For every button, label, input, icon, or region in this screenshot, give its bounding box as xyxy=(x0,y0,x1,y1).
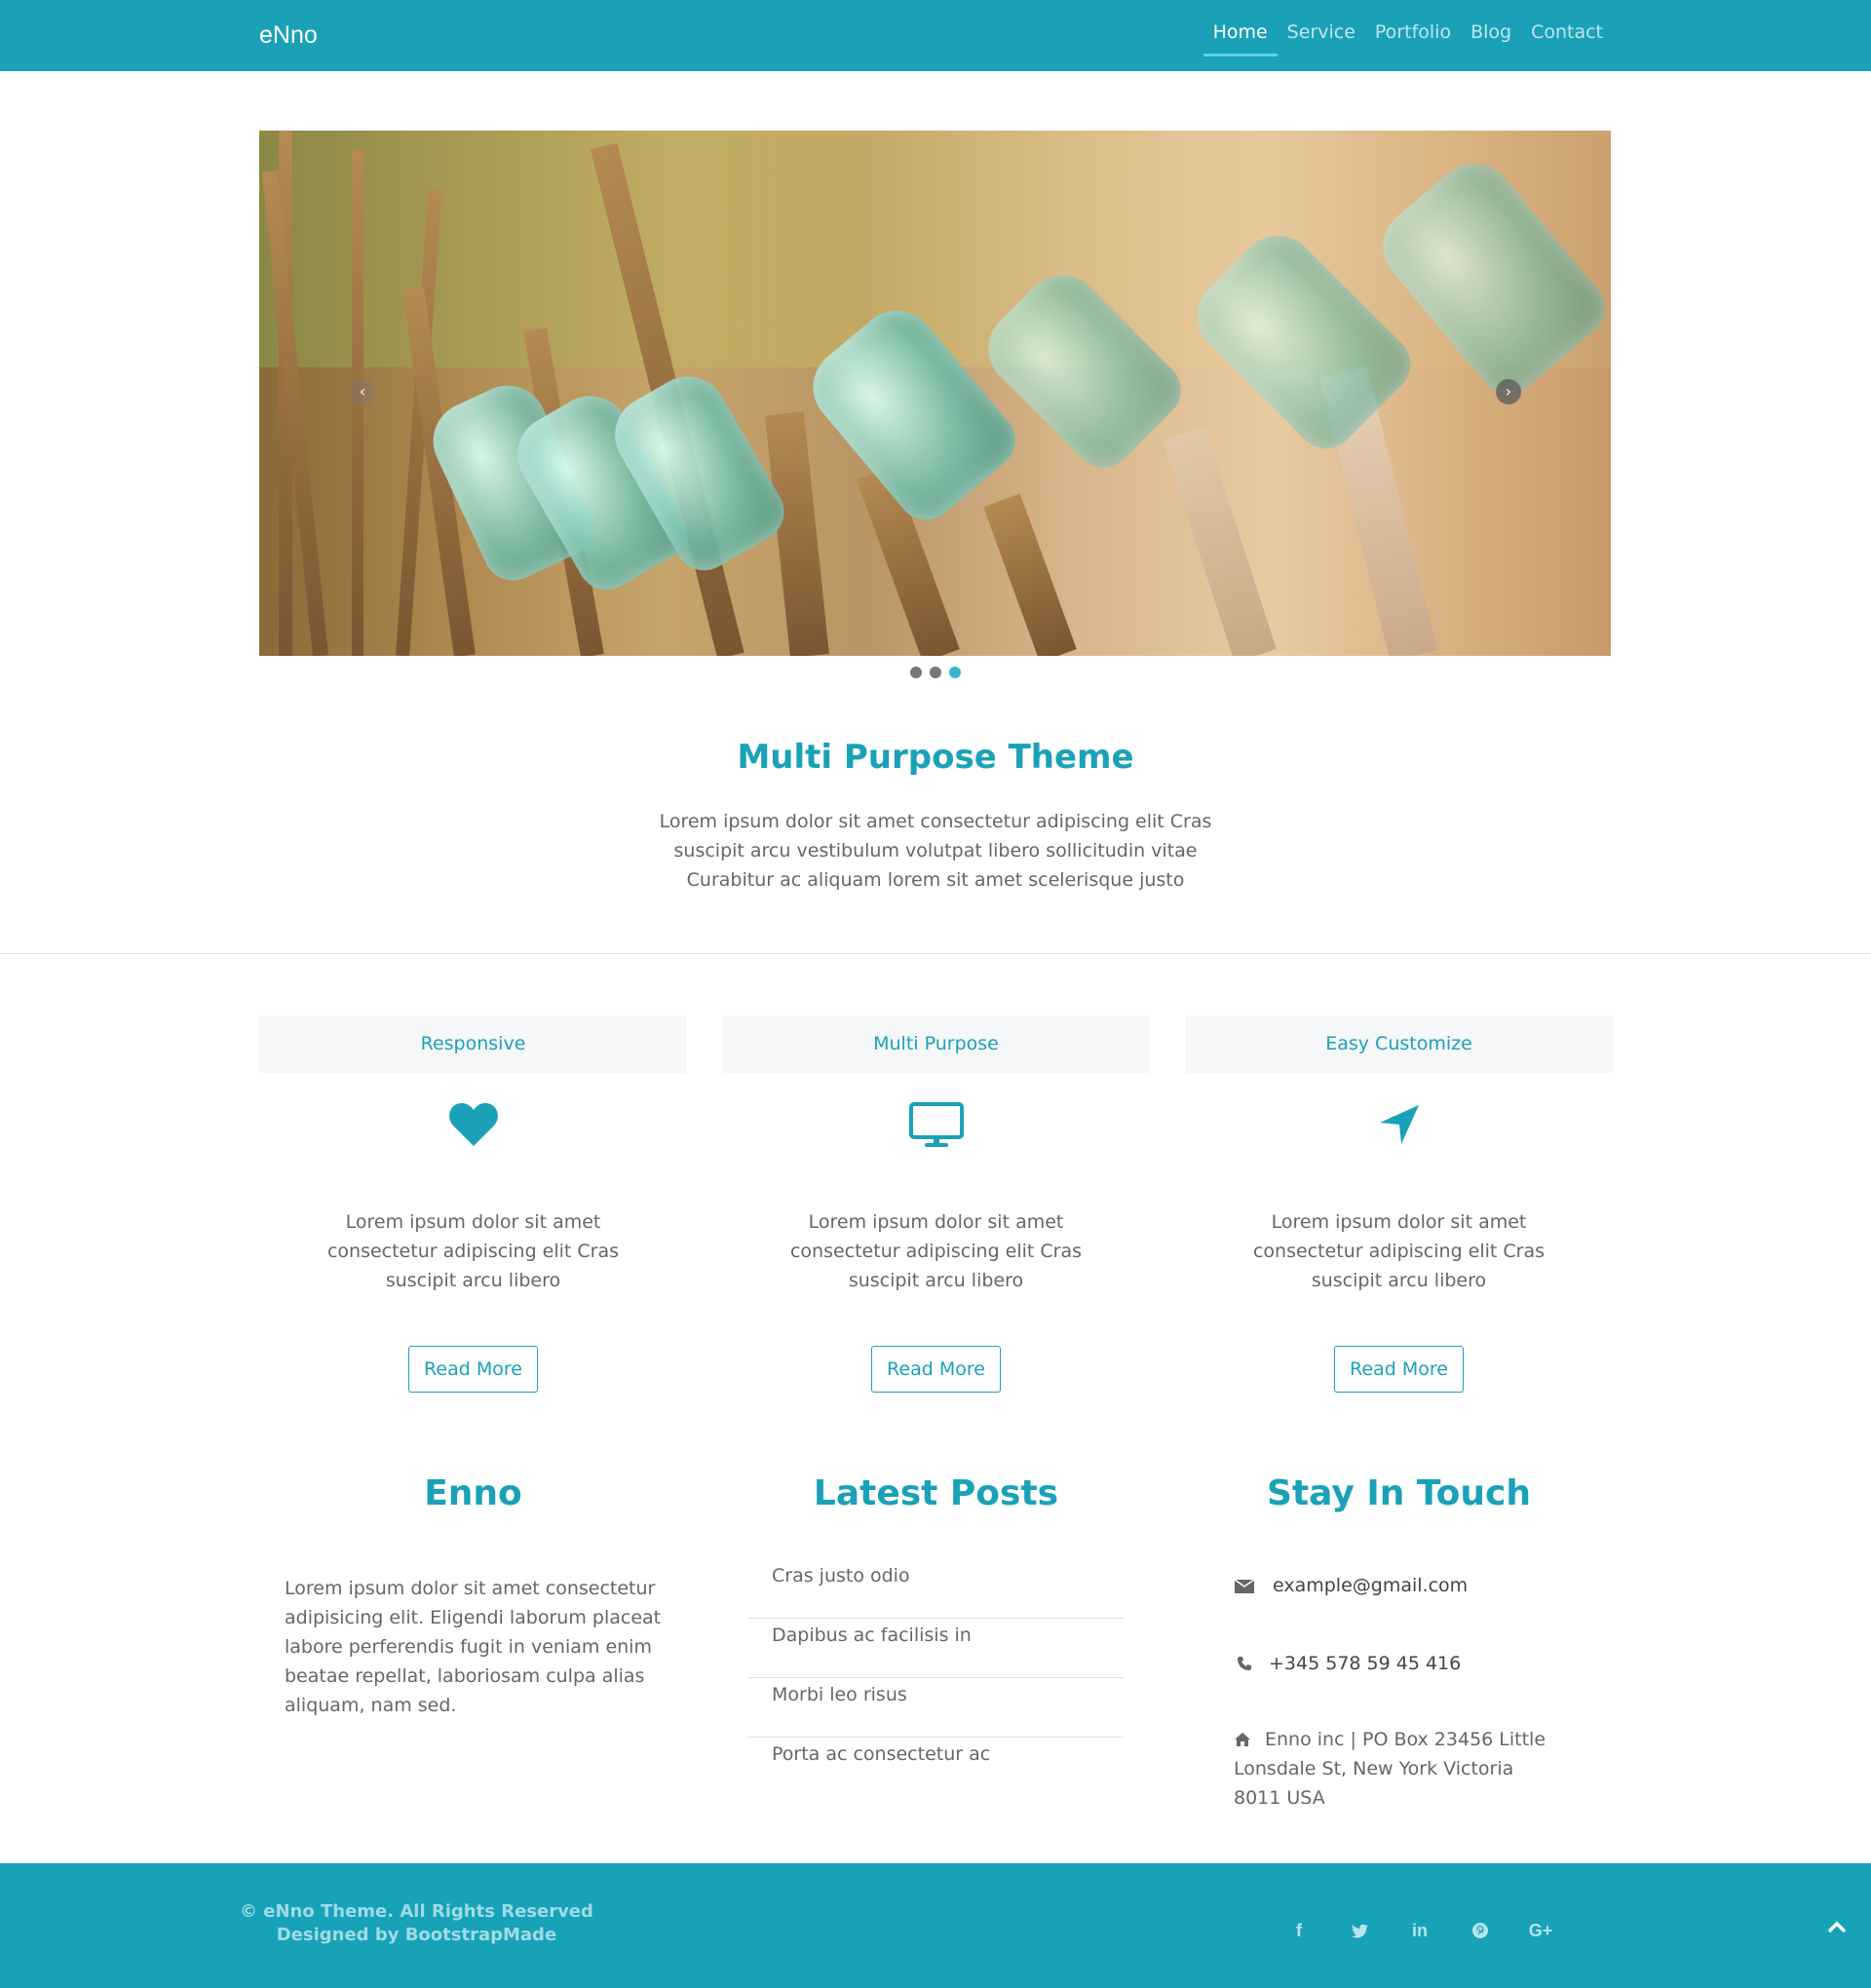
stay-in-touch-title: Stay In Touch xyxy=(1267,1473,1531,1513)
post-item[interactable]: Morbi leo risus xyxy=(747,1678,1124,1738)
footer: © eNno Theme. All Rights Reserved Design… xyxy=(0,1863,1871,1988)
heart-icon xyxy=(259,1100,687,1149)
hero-carousel[interactable]: ‹ › xyxy=(259,131,1611,656)
main-nav: Home Service Portfolio Blog Contact xyxy=(1203,21,1603,57)
chevron-right-icon: › xyxy=(1505,382,1512,401)
carousel-image-stick xyxy=(983,493,1077,656)
chevron-up-icon xyxy=(1827,1921,1847,1933)
footer-copyright: © eNno Theme. All Rights Reserved xyxy=(240,1901,593,1922)
twitter-icon[interactable] xyxy=(1345,1916,1374,1945)
pinterest-icon[interactable] xyxy=(1466,1916,1495,1945)
contact-address: Enno inc | PO Box 23456 Little Lonsdale … xyxy=(1234,1725,1565,1813)
back-to-top-button[interactable] xyxy=(1822,1912,1852,1941)
feature-card-easy-customize: Easy Customize Lorem ipsum dolor sit ame… xyxy=(1185,1015,1613,1405)
latest-posts-title: Latest Posts xyxy=(813,1473,1059,1513)
latest-posts-list: Cras justo odio Dapibus ac facilisis in … xyxy=(747,1559,1124,1797)
social-links: f in G+ xyxy=(1284,1916,1555,1945)
nav-item-service[interactable]: Service xyxy=(1287,21,1356,57)
home-icon xyxy=(1234,1727,1251,1746)
post-item[interactable]: Dapibus ac facilisis in xyxy=(747,1619,1124,1678)
desktop-icon xyxy=(722,1100,1150,1149)
post-item[interactable]: Cras justo odio xyxy=(747,1559,1124,1619)
carousel-image-stick xyxy=(764,411,829,656)
feature-title: Easy Customize xyxy=(1185,1015,1613,1073)
footer-copyright-block: © eNno Theme. All Rights Reserved Design… xyxy=(240,1900,593,1947)
nav-item-blog[interactable]: Blog xyxy=(1470,21,1511,57)
read-more-button[interactable]: Read More xyxy=(871,1346,1001,1393)
carousel-image-stick xyxy=(1162,426,1277,656)
contact-phone-text: +345 578 59 45 416 xyxy=(1269,1653,1462,1674)
brand-logo[interactable]: eNno xyxy=(259,21,318,50)
post-item[interactable]: Porta ac consectetur ac xyxy=(747,1738,1124,1797)
carousel-indicator[interactable] xyxy=(910,667,922,678)
feature-text: Lorem ipsum dolor sit amet consectetur a… xyxy=(326,1211,620,1291)
hero-text: Lorem ipsum dolor sit amet consectetur a… xyxy=(659,811,1212,891)
section-divider xyxy=(0,953,1871,954)
carousel-indicator[interactable] xyxy=(930,667,941,678)
carousel-prev-button[interactable]: ‹ xyxy=(350,379,375,404)
contact-phone[interactable]: +345 578 59 45 416 xyxy=(1234,1653,1461,1674)
hero-title: Multi Purpose Theme xyxy=(737,738,1134,777)
linkedin-icon[interactable]: in xyxy=(1405,1916,1434,1945)
nav-item-portfolio[interactable]: Portfolio xyxy=(1375,21,1451,57)
feature-card-responsive: Responsive Lorem ipsum dolor sit amet co… xyxy=(259,1015,687,1405)
facebook-icon[interactable]: f xyxy=(1284,1916,1314,1945)
phone-icon xyxy=(1234,1653,1255,1674)
contact-email[interactable]: example@gmail.com xyxy=(1234,1575,1468,1596)
location-arrow-icon xyxy=(1185,1100,1613,1149)
read-more-button[interactable]: Read More xyxy=(408,1346,538,1393)
feature-text: Lorem ipsum dolor sit amet consectetur a… xyxy=(789,1211,1083,1291)
envelope-icon xyxy=(1234,1575,1255,1596)
contact-address-text: Enno inc | PO Box 23456 Little Lonsdale … xyxy=(1234,1729,1546,1809)
about-title: Enno xyxy=(424,1473,522,1513)
google-plus-icon[interactable]: G+ xyxy=(1526,1916,1555,1945)
carousel-indicators xyxy=(0,667,1871,678)
carousel-next-button[interactable]: › xyxy=(1496,379,1521,404)
about-text: Lorem ipsum dolor sit amet consectetur a… xyxy=(285,1578,662,1716)
nav-item-home[interactable]: Home xyxy=(1203,21,1278,57)
feature-text: Lorem ipsum dolor sit amet consectetur a… xyxy=(1252,1211,1546,1291)
feature-card-multi-purpose: Multi Purpose Lorem ipsum dolor sit amet… xyxy=(722,1015,1150,1405)
carousel-indicator-active[interactable] xyxy=(949,667,961,678)
read-more-button[interactable]: Read More xyxy=(1334,1346,1464,1393)
footer-credit[interactable]: Designed by BootstrapMade xyxy=(240,1924,593,1947)
contact-email-text: example@gmail.com xyxy=(1273,1575,1469,1596)
chevron-left-icon: ‹ xyxy=(359,382,366,401)
navbar: eNno Home Service Portfolio Blog Contact xyxy=(0,0,1871,71)
feature-title: Multi Purpose xyxy=(722,1015,1150,1073)
nav-item-contact[interactable]: Contact xyxy=(1531,21,1603,57)
feature-title: Responsive xyxy=(259,1015,687,1073)
